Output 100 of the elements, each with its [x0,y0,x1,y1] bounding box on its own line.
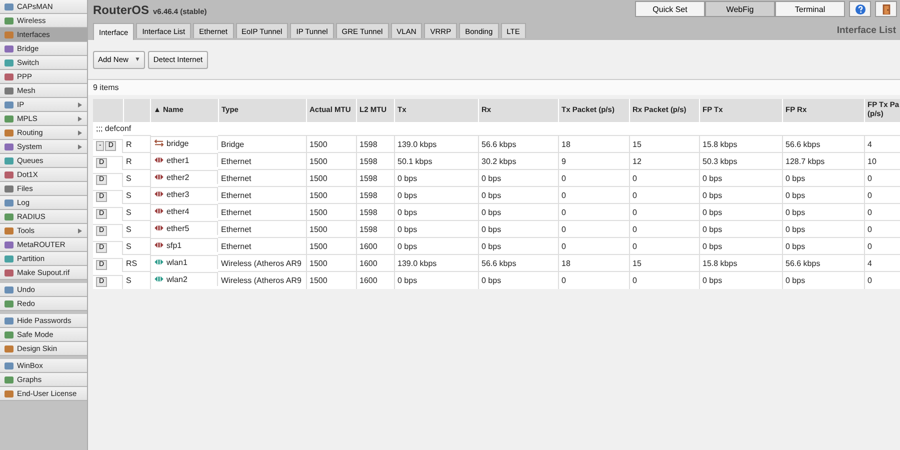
table-cell: 1500 [306,136,356,152]
table-cell: RS [123,254,150,272]
table-cell: 0 [558,170,629,186]
table-cell: 0 bps [782,186,864,204]
table-cell: 0 bps [394,204,478,220]
tile-icon [4,198,14,208]
table-cell: 1598 [356,170,394,186]
tile-icon [4,254,14,264]
interface-name: ether5 [166,224,190,232]
tile-icon [4,30,14,40]
table-cell: 0 [629,238,699,254]
mode-button[interactable]: WebFig [705,1,775,17]
item-count: 9 items [88,80,900,95]
ethernet-icon [154,207,164,215]
logout-button[interactable] [875,1,897,17]
tile-icon [4,2,14,12]
table-cell: 1600 [356,272,394,288]
interface-name: bridge [166,138,189,148]
table-cell: 0 [864,272,900,288]
table-cell: 1500 [306,254,356,272]
submenu-arrow-icon [77,130,83,136]
table-cell: R [123,152,150,170]
table-cell: 1500 [306,186,356,204]
tile-icon [4,316,14,326]
tile-icon [4,212,14,222]
tile-icon [4,16,14,26]
ethernet-icon [154,173,164,181]
table-cell: Ethernet [218,238,306,254]
table-cell: 0 bps [394,272,478,288]
wireless-icon [154,275,164,283]
table-cell: S [123,170,150,186]
table-cell: 0 bps [394,186,478,204]
table-cell: 0 [629,170,699,186]
table-cell: 1598 [356,204,394,220]
table-cell: 0 bps [699,272,782,288]
table-cell: S [123,272,150,288]
submenu-arrow-icon [77,116,83,122]
tile-icon [4,240,14,250]
table-cell: 0 bps [478,170,558,186]
submenu-arrow-icon [77,144,83,150]
table-cell: 12 [629,152,699,170]
table-cell: 0 [864,204,900,220]
interface-name: ether2 [166,172,190,182]
table-cell: 0 bps [394,170,478,186]
table-cell: 1500 [306,170,356,186]
table-cell: 15.8 kbps [699,254,782,272]
table-cell: 139.0 kbps [394,136,478,152]
comment-row: ;;; defconf [93,122,900,136]
table-cell: 0 bps [782,170,864,186]
table-cell: 0 [629,186,699,204]
tile-icon [4,284,14,294]
table-cell: 0 bps [478,186,558,204]
interface-name: ether1 [166,156,190,164]
table-cell: 0 [864,220,900,238]
table-cell: 128.7 kbps [782,152,864,170]
table-cell: 9 [558,152,629,170]
table-cell: R [123,136,150,152]
mode-button[interactable]: Terminal [775,1,845,17]
table-cell: 10 [864,152,900,170]
table-cell: 56.6 kbps [782,136,864,152]
table-cell: 0 bps [782,272,864,288]
table-cell: 0 [558,272,629,288]
help-button[interactable] [849,1,871,17]
help-icon [854,4,866,14]
table-cell: 56.6 kbps [478,254,558,272]
table-cell: 0 bps [782,220,864,238]
tile-icon [4,298,14,308]
tile-icon [4,86,14,96]
table-cell: 0 bps [478,272,558,288]
table-cell: Bridge [218,136,306,152]
table-cell: 1598 [356,220,394,238]
table-cell: 0 bps [699,170,782,186]
tile-icon [4,58,14,68]
table-cell: 0 [629,204,699,220]
table-cell: 0 [558,220,629,238]
table-cell: Ethernet [218,204,306,220]
table-cell: Wireless (Atheros AR9 [218,254,306,272]
table-cell: 1598 [356,152,394,170]
table-cell: 0 [558,204,629,220]
submenu-arrow-icon [77,228,83,234]
product-title: RouterOS [93,3,150,17]
tile-icon [4,268,14,278]
interface-name: sfp1 [166,240,182,250]
table-cell: 30.2 kbps [478,152,558,170]
table-cell: 18 [558,254,629,272]
page-title: Interface List [836,25,897,38]
table-cell: S [123,186,150,204]
table-cell: Ethernet [218,170,306,186]
ethernet-icon [154,241,164,249]
table-cell: 0 bps [782,204,864,220]
tile-icon [4,360,14,370]
mode-button[interactable]: Quick Set [635,1,705,17]
table-cell: 15 [629,136,699,152]
table-cell: 0 [629,272,699,288]
interface-name: wlan2 [166,274,188,284]
tile-icon [4,344,14,354]
bridge-icon [154,139,164,147]
table-cell: 0 bps [699,186,782,204]
table-cell: 0 bps [394,220,478,238]
tile-icon [4,170,14,180]
